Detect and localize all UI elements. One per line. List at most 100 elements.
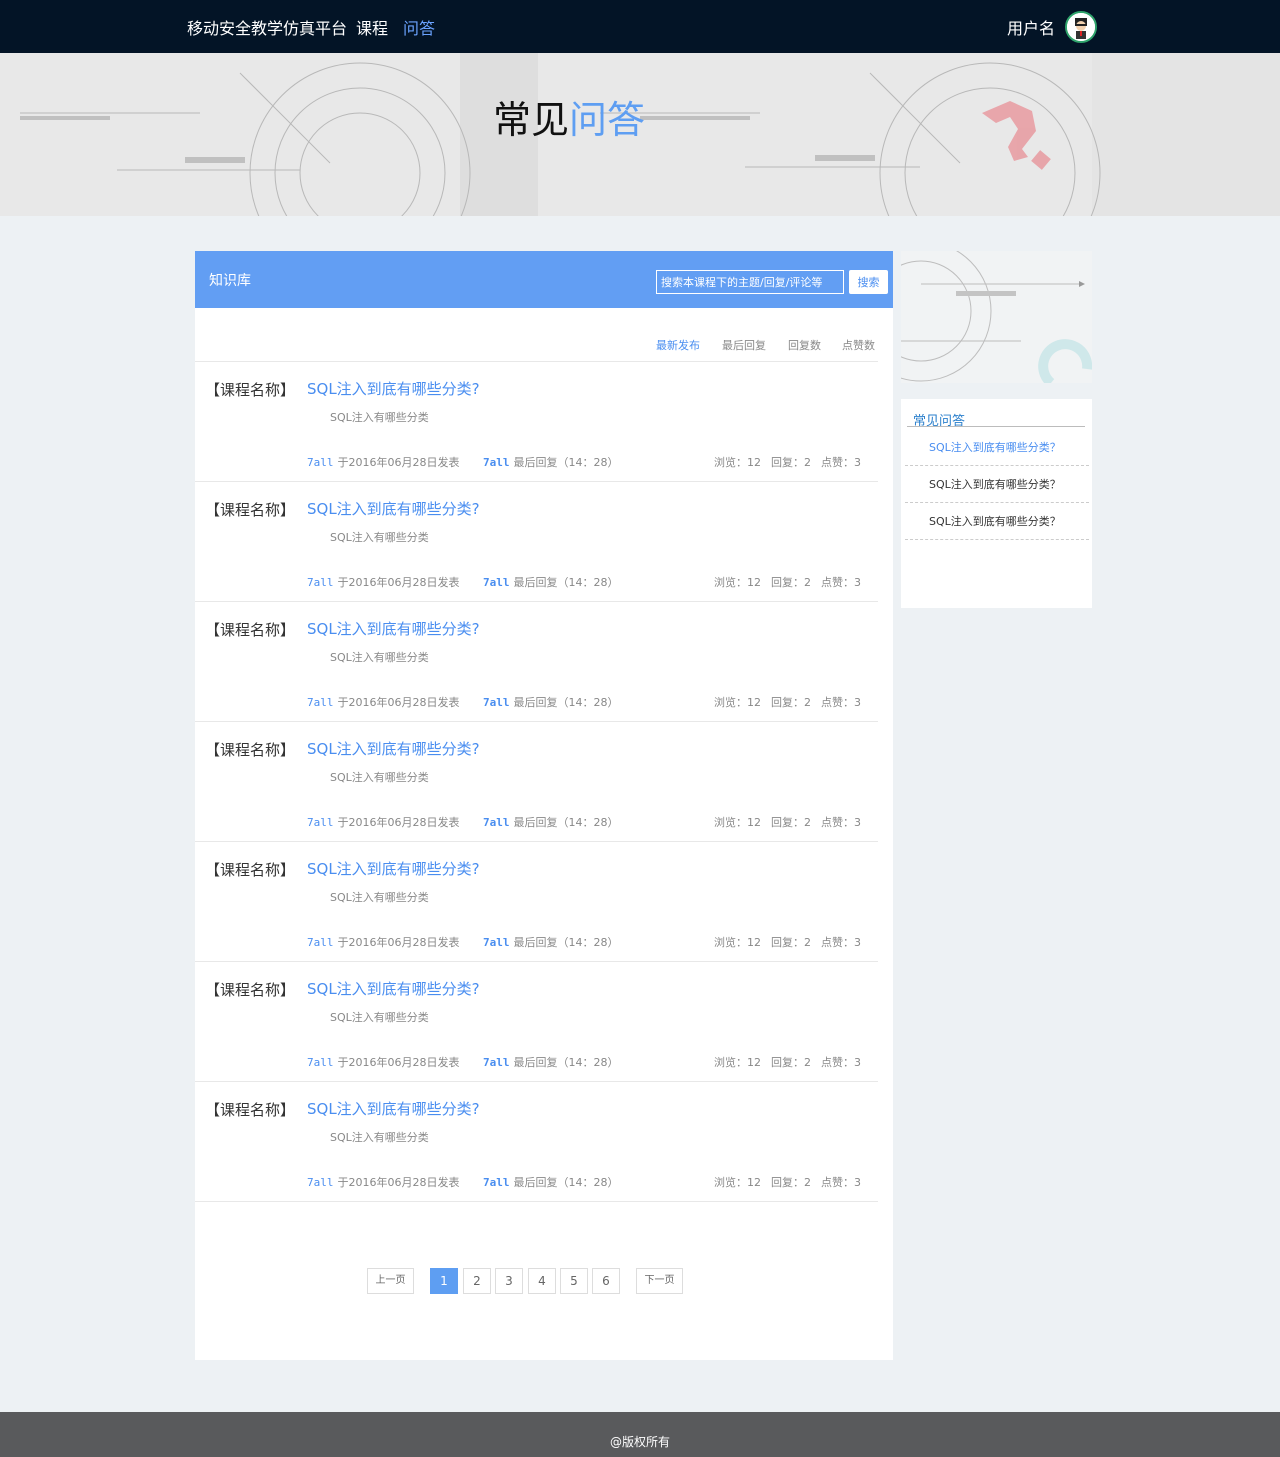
footer: @版权所有 <box>0 1412 1280 1457</box>
question-course-name[interactable]: 【课程名称】 <box>205 379 295 400</box>
question-meta: 7all 于2016年06月28日发表 7all 最后回复（14：28） 浏览：12 回复… <box>307 814 867 830</box>
sort-reply-count[interactable]: 回复数 <box>788 337 821 353</box>
question-row: 【课程名称】 SQL注入到底有哪些分类? SQL注入有哪些分类 7all 于2016年0… <box>195 722 878 842</box>
sort-latest[interactable]: 最新发布 <box>656 337 700 353</box>
sort-last-reply[interactable]: 最后回复 <box>722 337 766 353</box>
nav-link-course[interactable]: 课程 <box>356 15 388 39</box>
like-count: 点赞：3 <box>821 1176 861 1189</box>
view-count: 浏览：12 <box>714 1056 761 1069</box>
question-description: SQL注入有哪些分类 <box>330 891 429 904</box>
question-row: 【课程名称】 SQL注入到底有哪些分类? SQL注入有哪些分类 7all 于2016年0… <box>195 482 878 602</box>
page-button-4[interactable]: 4 <box>528 1268 556 1294</box>
brand-link[interactable]: 移动安全教学仿真平台 <box>187 15 347 39</box>
last-reply-author-link[interactable]: 7all <box>483 1176 510 1189</box>
question-posted-date: 于2016年06月28日发表 <box>337 576 460 589</box>
question-last-reply: 7all 最后回复（14：28） <box>483 694 619 710</box>
question-author-link[interactable]: 7all <box>307 1176 334 1189</box>
question-title-link[interactable]: SQL注入到底有哪些分类? <box>307 858 480 879</box>
question-course-name[interactable]: 【课程名称】 <box>205 979 295 1000</box>
like-count: 点赞：3 <box>821 576 861 589</box>
last-reply-author-link[interactable]: 7all <box>483 936 510 949</box>
question-posted-date: 于2016年06月28日发表 <box>337 936 460 949</box>
last-reply-author-link[interactable]: 7all <box>483 816 510 829</box>
question-row: 【课程名称】 SQL注入到底有哪些分类? SQL注入有哪些分类 7all 于2016年0… <box>195 962 878 1082</box>
faq-item[interactable]: SQL注入到底有哪些分类？ <box>905 503 1089 540</box>
question-author-link[interactable]: 7all <box>307 576 334 589</box>
question-posted-date: 于2016年06月28日发表 <box>337 1056 460 1069</box>
last-reply-time: 最后回复（14：28） <box>513 936 619 949</box>
avatar[interactable] <box>1065 11 1097 43</box>
question-author-link[interactable]: 7all <box>307 1056 334 1069</box>
page-title-part2: 问答 <box>569 98 646 142</box>
question-last-reply: 7all 最后回复（14：28） <box>483 1174 619 1190</box>
sidebar-tech-graphic <box>901 251 1092 383</box>
question-course-name[interactable]: 【课程名称】 <box>205 739 295 760</box>
view-count: 浏览：12 <box>714 936 761 949</box>
question-stats: 浏览：12 回复：2 点赞：3 <box>704 694 861 710</box>
question-meta: 7all 于2016年06月28日发表 7all 最后回复（14：28） 浏览：12 回复… <box>307 574 867 590</box>
knowledge-base-panel: 知识库 搜索 最新发布 最后回复 回复数 点赞数 【课程名称】 SQL注入到底有哪… <box>195 251 893 1360</box>
avatar-icon <box>1067 13 1095 41</box>
question-title-link[interactable]: SQL注入到底有哪些分类? <box>307 978 480 999</box>
question-meta: 7all 于2016年06月28日发表 7all 最后回复（14：28） 浏览：12 回复… <box>307 934 867 950</box>
question-author-link[interactable]: 7all <box>307 816 334 829</box>
question-course-name[interactable]: 【课程名称】 <box>205 1099 295 1120</box>
last-reply-author-link[interactable]: 7all <box>483 456 510 469</box>
question-posted-date: 于2016年06月28日发表 <box>337 1176 460 1189</box>
question-stats: 浏览：12 回复：2 点赞：3 <box>704 1054 861 1070</box>
page-button-2[interactable]: 2 <box>463 1268 491 1294</box>
faq-item[interactable]: SQL注入到底有哪些分类？ <box>905 466 1089 503</box>
nav-link-qa[interactable]: 问答 <box>403 15 435 39</box>
knowledge-base-header: 知识库 搜索 <box>195 251 893 308</box>
faq-item[interactable]: SQL注入到底有哪些分类？ <box>905 429 1089 466</box>
like-count: 点赞：3 <box>821 696 861 709</box>
page-button-3[interactable]: 3 <box>495 1268 523 1294</box>
question-posted-date: 于2016年06月28日发表 <box>337 696 460 709</box>
question-stats: 浏览：12 回复：2 点赞：3 <box>704 454 861 470</box>
question-posted-date: 于2016年06月28日发表 <box>337 816 460 829</box>
sort-like-count[interactable]: 点赞数 <box>842 337 875 353</box>
last-reply-author-link[interactable]: 7all <box>483 576 510 589</box>
last-reply-time: 最后回复（14：28） <box>513 1056 619 1069</box>
question-author-link[interactable]: 7all <box>307 456 334 469</box>
page-button-1[interactable]: 1 <box>430 1268 458 1294</box>
question-course-name[interactable]: 【课程名称】 <box>205 499 295 520</box>
page-button-5[interactable]: 5 <box>560 1268 588 1294</box>
reply-count: 回复：2 <box>771 816 811 829</box>
view-count: 浏览：12 <box>714 576 761 589</box>
question-title-link[interactable]: SQL注入到底有哪些分类? <box>307 378 480 399</box>
page-button-6[interactable]: 6 <box>592 1268 620 1294</box>
view-count: 浏览：12 <box>714 1176 761 1189</box>
reply-count: 回复：2 <box>771 576 811 589</box>
faq-list: SQL注入到底有哪些分类？ SQL注入到底有哪些分类？ SQL注入到底有哪些分类… <box>905 429 1089 540</box>
last-reply-time: 最后回复（14：28） <box>513 816 619 829</box>
sidebar-faq: 常见问答 SQL注入到底有哪些分类？ SQL注入到底有哪些分类？ SQL注入到底… <box>901 399 1092 608</box>
question-title-link[interactable]: SQL注入到底有哪些分类? <box>307 738 480 759</box>
question-title-link[interactable]: SQL注入到底有哪些分类? <box>307 1098 480 1119</box>
last-reply-author-link[interactable]: 7all <box>483 1056 510 1069</box>
search-button[interactable]: 搜索 <box>849 270 888 294</box>
question-title-link[interactable]: SQL注入到底有哪些分类? <box>307 498 480 519</box>
like-count: 点赞：3 <box>821 1056 861 1069</box>
question-meta: 7all 于2016年06月28日发表 7all 最后回复（14：28） 浏览：12 回复… <box>307 694 867 710</box>
question-author-link[interactable]: 7all <box>307 936 334 949</box>
question-description: SQL注入有哪些分类 <box>330 651 429 664</box>
reply-count: 回复：2 <box>771 1056 811 1069</box>
username-link[interactable]: 用户名 <box>1007 15 1055 39</box>
like-count: 点赞：3 <box>821 936 861 949</box>
question-last-reply: 7all 最后回复（14：28） <box>483 574 619 590</box>
question-author-link[interactable]: 7all <box>307 696 334 709</box>
question-title-link[interactable]: SQL注入到底有哪些分类? <box>307 618 480 639</box>
top-nav: 移动安全教学仿真平台 课程 问答 用户名 <box>0 0 1280 53</box>
search-input[interactable] <box>656 270 844 294</box>
last-reply-author-link[interactable]: 7all <box>483 696 510 709</box>
question-last-reply: 7all 最后回复（14：28） <box>483 1054 619 1070</box>
view-count: 浏览：12 <box>714 816 761 829</box>
question-course-name[interactable]: 【课程名称】 <box>205 619 295 640</box>
next-page-button[interactable]: 下一页 <box>636 1268 683 1294</box>
question-description: SQL注入有哪些分类 <box>330 1011 429 1024</box>
prev-page-button[interactable]: 上一页 <box>367 1268 414 1294</box>
question-row: 【课程名称】 SQL注入到底有哪些分类? SQL注入有哪些分类 7all 于2016年0… <box>195 362 878 482</box>
question-course-name[interactable]: 【课程名称】 <box>205 859 295 880</box>
question-description: SQL注入有哪些分类 <box>330 771 429 784</box>
